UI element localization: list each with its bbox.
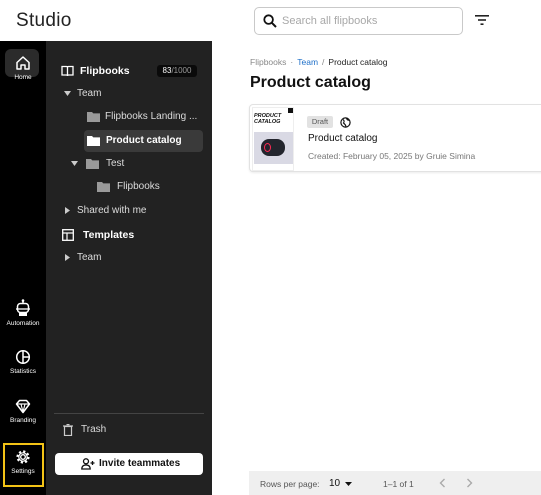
breadcrumb-separator: · [290,57,294,67]
globe-icon [340,117,351,128]
diamond-icon [15,399,31,414]
flipbook-thumbnail[interactable]: PRODUCT CATALOG [252,107,294,171]
caret-down-icon[interactable] [71,161,78,166]
tree-team-label: Team [77,88,102,99]
tree-item-test[interactable]: Test [46,153,212,175]
pie-chart-icon [15,349,31,365]
studio-logo[interactable]: Studio [16,10,72,32]
page-range: 1–1 of 1 [383,479,414,489]
pagination-bar: Rows per page: 10 1–1 of 1 [249,471,541,495]
search-input[interactable] [282,12,457,30]
flipbooks-panel: Flipbooks 83/1000 Team Flipbooks Landing… [46,41,212,495]
count-total: /1000 [171,66,192,75]
flipbook-name[interactable]: Product catalog [308,133,378,144]
breadcrumb-separator: / [322,57,325,67]
flipbooks-label: Flipbooks [80,65,130,77]
top-bar: Studio [0,0,541,41]
rail-statistics-label: Statistics [9,368,36,375]
rail-branding-button[interactable]: Branding [0,399,46,424]
rail-home-label: Home [14,74,32,81]
breadcrumb-current: Product catalog [328,57,388,67]
folder-icon [87,136,100,146]
tree-item-flipbooks-folder[interactable]: Flipbooks [46,176,212,198]
flipbook-created: Created: February 05, 2025 by Gruie Simi… [308,151,476,161]
breadcrumb-team[interactable]: Team [297,57,318,67]
folder-icon [97,182,110,192]
rail-settings-label: Settings [11,468,35,475]
invite-teammates-button[interactable]: Invite teammates [55,453,203,475]
rows-per-page-label: Rows per page: [260,479,320,489]
panel-divider [54,413,204,414]
tree-product-catalog-label: Product catalog [106,135,182,146]
page-title: Product catalog [250,74,371,91]
home-icon [16,56,30,70]
tree-shared-label: Shared with me [77,205,147,216]
rail-settings-button[interactable]: Settings [0,449,46,475]
flipbooks-root-item[interactable]: Flipbooks 83/1000 [46,60,212,82]
caret-down-icon[interactable] [64,91,71,96]
main-content: Flipbooks · Team / Product catalog Product c… [212,41,541,495]
flipbook-count-badge: 83/1000 [157,65,197,77]
status-badge: Draft [307,116,333,128]
rail-home-button[interactable]: Home [0,55,46,81]
chevron-down-icon[interactable] [345,482,352,486]
search-icon [263,14,277,28]
chevron-right-icon[interactable] [466,478,473,488]
gear-icon [16,450,30,464]
caret-right-icon[interactable] [65,207,70,214]
rail-automation-button[interactable]: Automation [0,299,46,327]
folder-icon [86,159,99,169]
template-icon [62,229,74,241]
tree-item-product-catalog[interactable]: Product catalog [46,130,212,152]
logo-text: Studio [16,10,72,31]
templates-team-item[interactable]: Team [46,247,212,269]
trash-label: Trash [81,424,107,435]
tree-item-landing[interactable]: Flipbooks Landing ... [46,106,212,128]
add-user-icon [81,458,95,470]
templates-label: Templates [83,229,135,241]
tree-test-label: Test [106,158,125,169]
rail-automation-label: Automation [6,320,40,327]
caret-right-icon[interactable] [65,254,70,261]
tree-flipbooks-folder-label: Flipbooks [117,181,160,192]
tree-item-team[interactable]: Team [46,83,212,105]
invite-label: Invite teammates [99,458,181,469]
tree-landing-label: Flipbooks Landing ... [105,111,198,122]
templates-team-label: Team [77,252,102,263]
trash-icon [63,424,73,436]
rail-branding-label: Branding [9,417,37,424]
nav-rail: Home Automation Statistics Branding Sett… [0,41,46,495]
book-icon [61,65,74,77]
templates-root-item[interactable]: Templates [46,224,212,246]
filter-icon[interactable] [474,13,490,27]
breadcrumb-root[interactable]: Flipbooks [250,57,286,67]
app-root: Studio Home Automation Statistics Brandi… [0,0,541,495]
speaker-ring [264,143,271,152]
breadcrumb: Flipbooks · Team / Product catalog [250,57,387,67]
tree-item-shared[interactable]: Shared with me [46,200,212,222]
trash-item[interactable]: Trash [46,419,212,441]
thumbnail-corner [288,108,293,113]
thumbnail-title: PRODUCT CATALOG [254,113,282,125]
flipbook-card[interactable]: PRODUCT CATALOG Draft Product catalog Cr… [249,104,541,172]
folder-icon [87,112,100,122]
rail-statistics-button[interactable]: Statistics [0,349,46,375]
robot-icon [16,299,30,316]
search-box[interactable] [254,7,463,35]
rows-per-page-select[interactable]: 10 [329,478,340,489]
chevron-left-icon[interactable] [439,478,446,488]
